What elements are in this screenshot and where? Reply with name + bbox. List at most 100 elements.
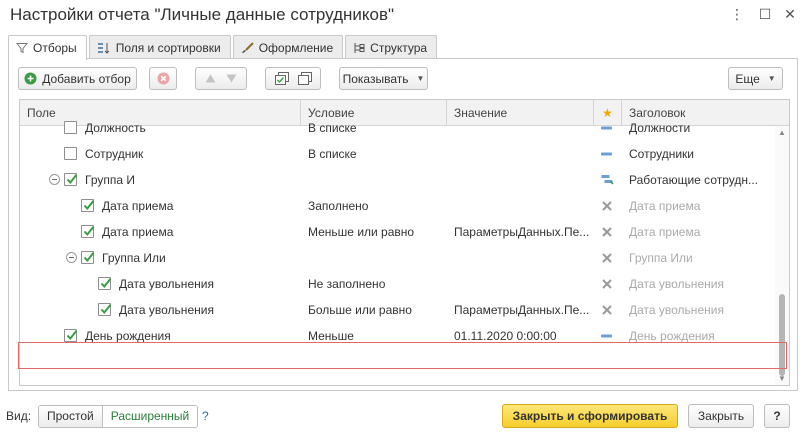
cell-title[interactable]: Сотрудники [629, 141, 774, 167]
more-button[interactable]: Еще ▼ [728, 67, 783, 90]
table-row[interactable]: Сотрудник В списке Сотрудники [20, 141, 774, 167]
cell-title[interactable]: Дата увольнения [629, 271, 774, 297]
cell-condition[interactable]: Меньше или равно [308, 219, 448, 245]
row-checkbox[interactable] [64, 329, 78, 342]
group-conditions-icon[interactable] [274, 72, 289, 85]
cell-field[interactable]: Дата увольнения [119, 297, 319, 323]
cell-title[interactable]: Дата приема [629, 193, 774, 219]
close-button[interactable]: Закрыть [688, 404, 754, 428]
tab-appearance[interactable]: Оформление [232, 35, 344, 59]
cell-value[interactable] [454, 167, 594, 193]
cell-value[interactable]: ПараметрыДанных.Пе... [454, 297, 594, 323]
table-row[interactable]: Дата приема Меньше или равно ПараметрыДанн… [20, 219, 774, 245]
filters-panel: Добавить отбор Показывать ▼ Еще ▼ Поле У… [8, 58, 798, 391]
cell-title[interactable]: Работающие сотрудн... [629, 167, 774, 193]
scroll-down-icon[interactable]: ▼ [778, 374, 786, 383]
row-checkbox[interactable] [81, 251, 95, 264]
cell-condition[interactable] [308, 167, 448, 193]
table-row[interactable]: Должность В списке Должности [20, 115, 774, 141]
close-and-build-label: Закрыть и сформировать [512, 409, 668, 423]
cell-value[interactable] [454, 193, 594, 219]
row-checkbox[interactable] [64, 121, 77, 134]
row-checkbox[interactable] [81, 199, 95, 212]
fields-sort-icon [97, 42, 110, 54]
cell-value[interactable] [454, 245, 594, 271]
more-label: Еще [735, 71, 760, 86]
table-row[interactable]: Группа Или Группа Или [20, 245, 774, 271]
tab-structure[interactable]: Структура [345, 35, 438, 59]
close-and-build-button[interactable]: Закрыть и сформировать [502, 404, 678, 428]
help-button[interactable]: ? [764, 404, 790, 428]
view-simple-button[interactable]: Простой [39, 406, 103, 427]
close-label: Закрыть [697, 409, 745, 423]
show-label: Показывать [342, 71, 409, 86]
tab-label: Оформление [258, 40, 334, 55]
maximize-icon[interactable]: ☐ [755, 6, 775, 23]
title-shown-icon [599, 146, 615, 162]
cell-condition[interactable]: В списке [308, 115, 448, 141]
tab-fields-sort[interactable]: Поля и сортировки [88, 35, 231, 59]
delete-button[interactable] [149, 67, 177, 90]
tab-filters[interactable]: Отборы [8, 35, 87, 60]
cell-condition[interactable] [308, 245, 448, 271]
cell-field[interactable]: Группа Или [102, 245, 302, 271]
vertical-scrollbar[interactable]: ▲ ▼ [775, 126, 789, 385]
row-checkbox[interactable] [64, 147, 77, 160]
view-label: Вид: [6, 409, 32, 423]
cell-field[interactable]: Группа И [85, 167, 285, 193]
more-menu-icon[interactable]: ⋮ [727, 6, 747, 23]
table-row[interactable]: Группа И Работающие сотрудн... [20, 167, 774, 193]
table-row[interactable]: Дата приема Заполнено Дата приема [20, 193, 774, 219]
cell-value[interactable] [454, 271, 594, 297]
cell-title[interactable]: Дата увольнения [629, 297, 774, 323]
row-checkbox[interactable] [81, 225, 95, 238]
cell-title[interactable]: Группа Или [629, 245, 774, 271]
cell-condition[interactable]: Меньше [308, 323, 448, 349]
group-buttons [265, 67, 321, 90]
row-checkbox[interactable] [98, 277, 112, 290]
row-checkbox[interactable] [98, 303, 112, 316]
collapse-group-icon[interactable] [66, 252, 77, 263]
chevron-down-icon: ▼ [416, 74, 425, 83]
table-row[interactable]: Дата увольнения Больше или равно Параметры… [20, 297, 774, 323]
view-advanced-button[interactable]: Расширенный [102, 406, 198, 427]
close-icon[interactable]: ✕ [780, 6, 800, 23]
cell-title[interactable]: День рождения [629, 323, 774, 349]
cell-field[interactable]: День рождения [85, 323, 285, 349]
cell-value[interactable]: 01.11.2020 0:00:00 [454, 323, 594, 349]
chevron-down-icon: ▼ [767, 74, 776, 83]
add-filter-button[interactable]: Добавить отбор [18, 67, 137, 90]
help-label: ? [773, 409, 781, 423]
cell-value[interactable] [454, 115, 594, 141]
table-row[interactable]: Дата увольнения Не заполнено Дата увольнен… [20, 271, 774, 297]
cell-field[interactable]: Дата приема [102, 193, 302, 219]
row-checkbox[interactable] [64, 173, 78, 186]
cell-condition[interactable]: Больше или равно [308, 297, 448, 323]
cell-value[interactable] [454, 141, 594, 167]
show-dropdown-button[interactable]: Показывать ▼ [339, 67, 428, 90]
cell-condition[interactable]: Заполнено [308, 193, 448, 219]
window-title: Настройки отчета "Личные данные сотрудни… [10, 5, 395, 24]
cell-field[interactable]: Дата приема [102, 219, 302, 245]
delete-icon [157, 72, 169, 85]
move-up-icon[interactable] [205, 74, 216, 83]
cell-field[interactable]: Должность [85, 115, 285, 141]
cell-condition[interactable]: Не заполнено [308, 271, 448, 297]
collapse-group-icon[interactable] [49, 174, 60, 185]
title-hidden-icon [599, 224, 615, 240]
cell-field[interactable]: Дата увольнения [119, 271, 319, 297]
ungroup-icon[interactable] [297, 72, 312, 85]
scroll-up-icon[interactable]: ▲ [778, 128, 786, 137]
cell-title[interactable]: Должности [629, 115, 774, 141]
view-help-link[interactable]: ? [202, 409, 209, 423]
move-down-icon[interactable] [226, 74, 237, 83]
table-row[interactable]: День рождения Меньше 01.11.2020 0:00:00 Ден… [20, 323, 774, 349]
tab-strip: Отборы Поля и сортировки Оформление Стру… [8, 35, 439, 60]
cell-title[interactable]: Дата приема [629, 219, 774, 245]
cell-value[interactable]: ПараметрыДанных.Пе... [454, 219, 594, 245]
add-icon [24, 72, 37, 85]
scroll-thumb[interactable] [779, 294, 785, 376]
cell-field[interactable]: Сотрудник [85, 141, 285, 167]
cell-condition[interactable]: В списке [308, 141, 448, 167]
move-buttons-group [195, 67, 247, 90]
